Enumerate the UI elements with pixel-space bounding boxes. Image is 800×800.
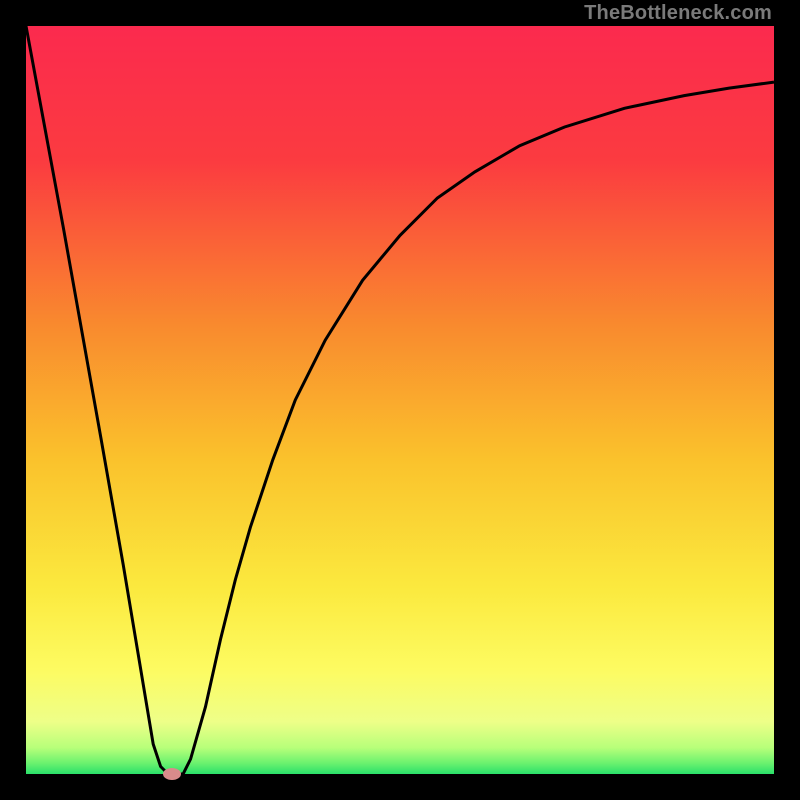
plot-area (26, 26, 774, 774)
chart-canvas (26, 26, 774, 774)
chart-frame: TheBottleneck.com (0, 0, 800, 800)
watermark-text: TheBottleneck.com (584, 2, 772, 25)
optimal-point-marker (163, 768, 181, 780)
